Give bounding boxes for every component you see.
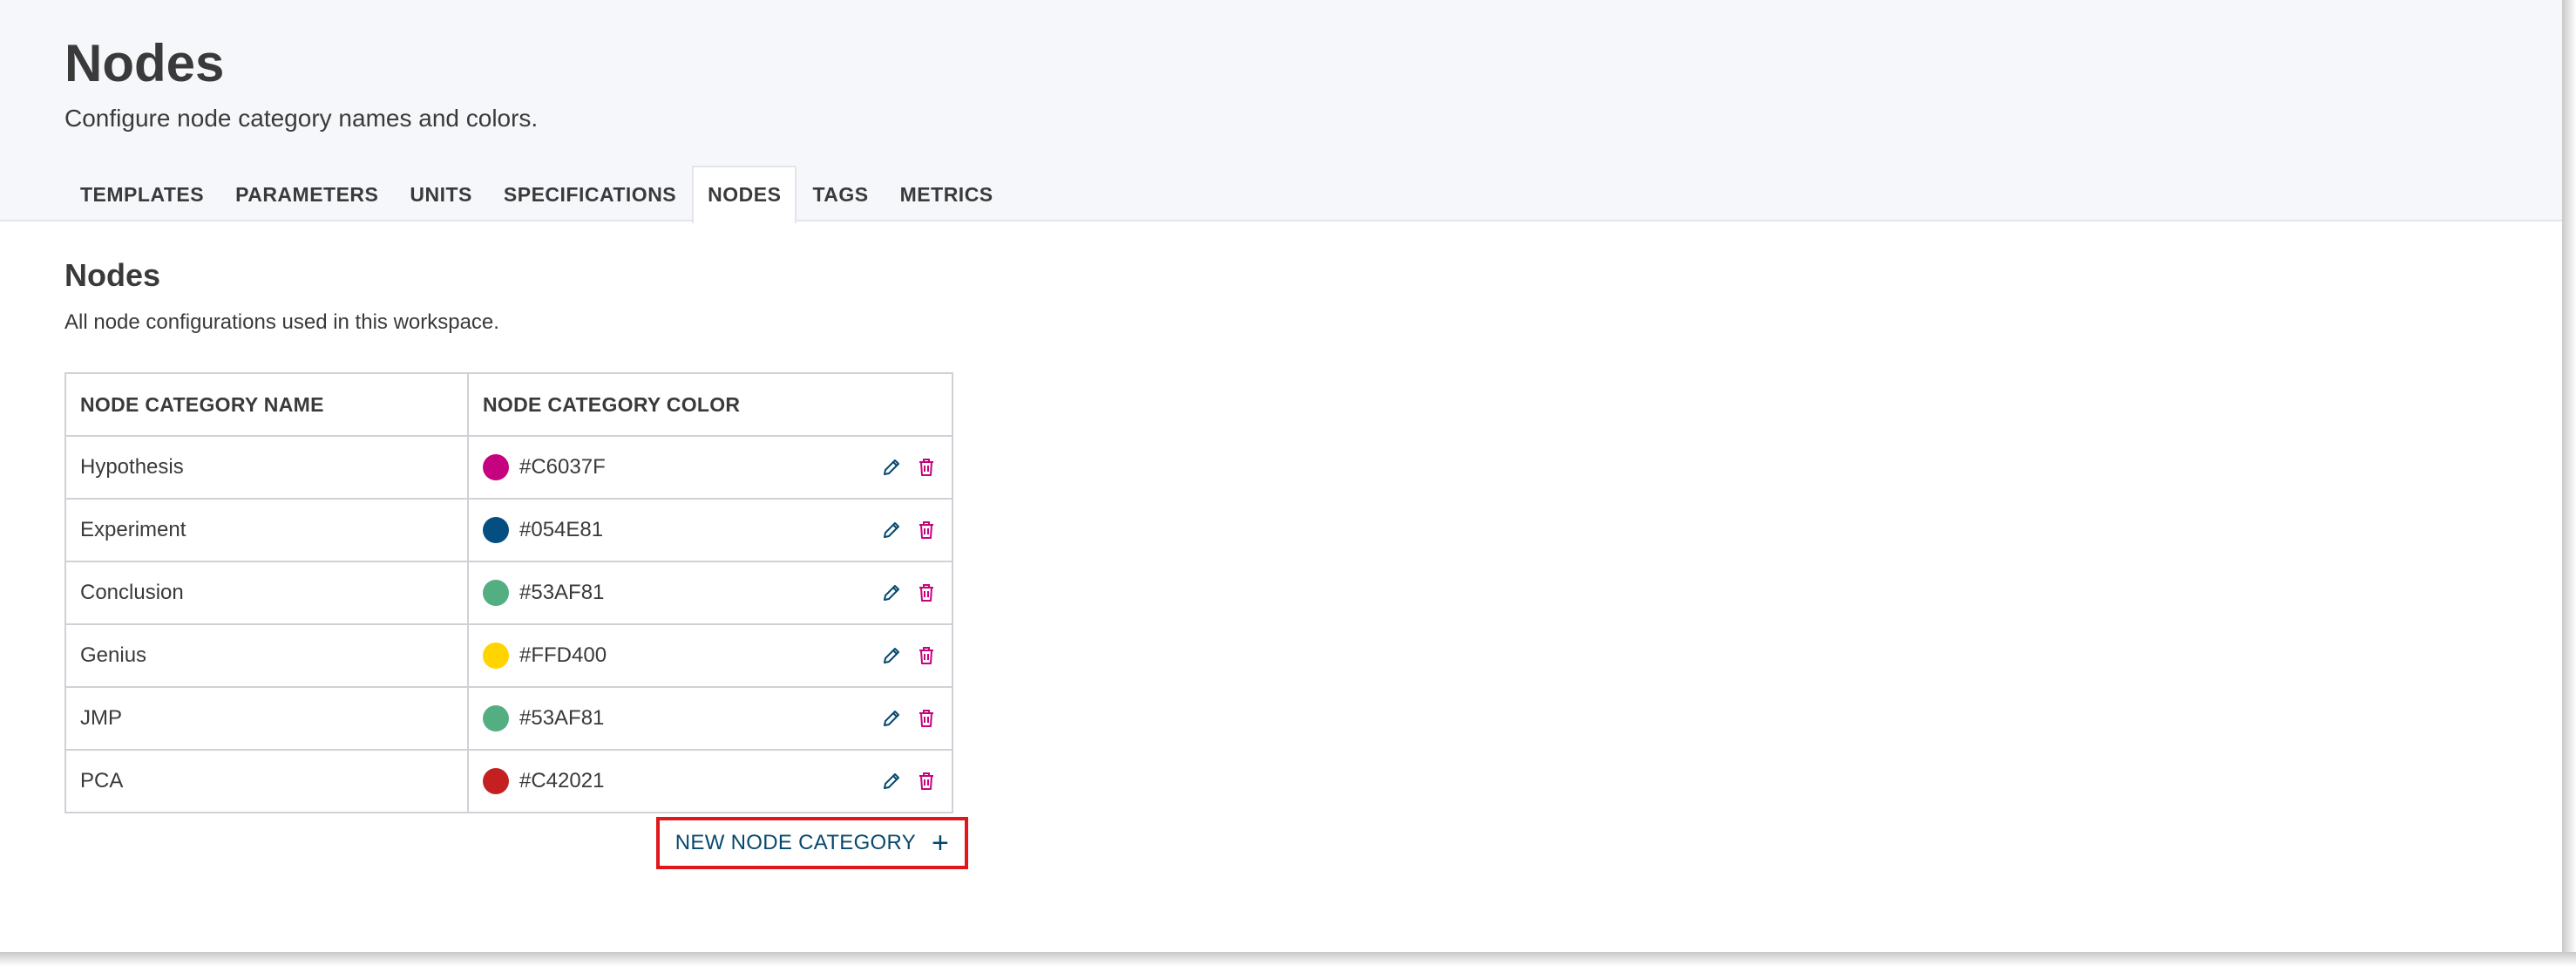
page: Nodes Configure node category names and … [0, 0, 2562, 952]
row-actions [878, 625, 939, 686]
section-title: Nodes [64, 257, 161, 293]
window-shadow-right [2562, 0, 2576, 966]
node-category-name: Experiment [66, 500, 469, 561]
trash-icon[interactable] [913, 580, 939, 606]
color-hex-value: #53AF81 [519, 706, 605, 730]
table-row: Experiment #054E81 [66, 500, 952, 562]
color-swatch [483, 705, 509, 731]
trash-icon[interactable] [913, 768, 939, 794]
tab-templates[interactable]: TEMPLATES [64, 166, 220, 220]
trash-icon[interactable] [913, 705, 939, 731]
color-hex-value: #C42021 [519, 769, 605, 793]
column-header-color: NODE CATEGORY COLOR [483, 392, 741, 416]
new-node-category-button[interactable]: NEW NODE CATEGORY + [656, 817, 968, 869]
page-title: Nodes [64, 34, 225, 92]
tab-bar: TEMPLATES PARAMETERS UNITS SPECIFICATION… [64, 166, 1009, 223]
pencil-icon[interactable] [878, 643, 905, 669]
color-swatch [483, 580, 509, 606]
row-actions [878, 688, 939, 749]
color-hex-value: #054E81 [519, 518, 604, 541]
window-shadow-bottom [0, 952, 2576, 966]
tab-units[interactable]: UNITS [394, 166, 488, 220]
tab-parameters[interactable]: PARAMETERS [220, 166, 394, 220]
page-header: Nodes Configure node category names and … [0, 0, 2562, 223]
section-description: All node configurations used in this wor… [64, 310, 499, 334]
node-category-color-cell: #C42021 [469, 751, 952, 812]
page-subtitle: Configure node category names and colors… [64, 105, 539, 132]
color-hex-value: #53AF81 [519, 581, 605, 604]
pencil-icon[interactable] [878, 705, 905, 731]
color-swatch [483, 454, 509, 480]
node-category-name: Conclusion [66, 562, 469, 623]
node-category-color-cell: #C6037F [469, 437, 952, 498]
tab-tags[interactable]: TAGS [797, 166, 884, 220]
color-swatch [483, 768, 509, 794]
color-hex-value: #FFD400 [519, 643, 607, 667]
row-actions [878, 562, 939, 623]
pencil-icon[interactable] [878, 768, 905, 794]
row-actions [878, 437, 939, 498]
node-category-color-cell: #FFD400 [469, 625, 952, 686]
tab-specifications[interactable]: SPECIFICATIONS [488, 166, 692, 220]
pencil-icon[interactable] [878, 580, 905, 606]
table-body: Hypothesis #C6037F Experiment #054E81 Conclu… [66, 437, 952, 812]
table-header-row: NODE CATEGORY NAME NODE CATEGORY COLOR [66, 374, 952, 437]
node-category-color-cell: #53AF81 [469, 562, 952, 623]
color-hex-value: #C6037F [519, 455, 606, 479]
tab-nodes[interactable]: NODES [692, 166, 797, 223]
new-node-category-label: NEW NODE CATEGORY [675, 831, 917, 854]
node-category-name: PCA [66, 751, 469, 812]
column-header-name: NODE CATEGORY NAME [66, 374, 469, 435]
table-row: Conclusion #53AF81 [66, 562, 952, 625]
node-category-name: Genius [66, 625, 469, 686]
node-category-name: JMP [66, 688, 469, 749]
tab-metrics[interactable]: METRICS [885, 166, 1009, 220]
trash-icon[interactable] [913, 643, 939, 669]
node-category-table: NODE CATEGORY NAME NODE CATEGORY COLOR H… [64, 372, 953, 813]
trash-icon[interactable] [913, 517, 939, 543]
table-row: JMP #53AF81 [66, 688, 952, 751]
row-actions [878, 751, 939, 812]
table-row: Genius #FFD400 [66, 625, 952, 688]
node-category-color-cell: #53AF81 [469, 688, 952, 749]
pencil-icon[interactable] [878, 454, 905, 480]
trash-icon[interactable] [913, 454, 939, 480]
pencil-icon[interactable] [878, 517, 905, 543]
plus-icon: + [932, 827, 950, 860]
color-swatch [483, 517, 509, 543]
row-actions [878, 500, 939, 561]
table-row: PCA #C42021 [66, 751, 952, 812]
node-category-name: Hypothesis [66, 437, 469, 498]
color-swatch [483, 643, 509, 669]
node-category-color-cell: #054E81 [469, 500, 952, 561]
table-row: Hypothesis #C6037F [66, 437, 952, 500]
